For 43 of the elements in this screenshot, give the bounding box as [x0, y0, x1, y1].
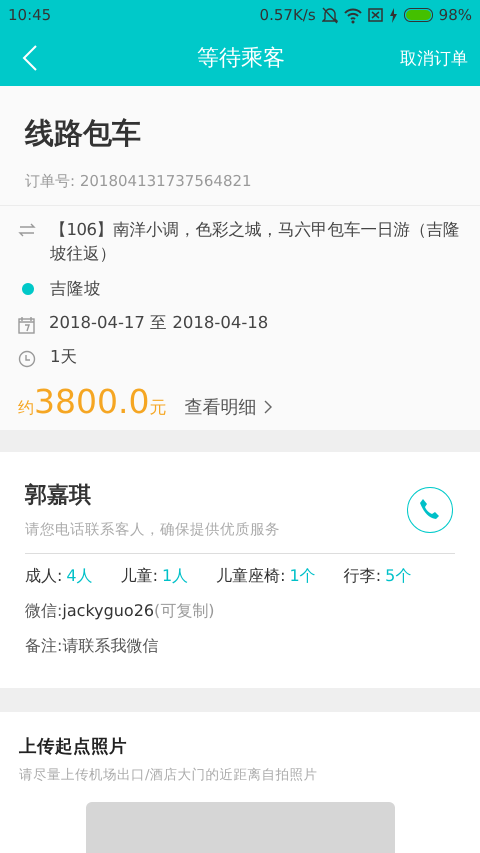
route-name: 【106】南洋小调，色彩之城，马六甲包车一日游（吉隆坡往返）: [50, 219, 460, 265]
upload-title: 上传起点照片: [19, 736, 128, 758]
round-trip-icon: [18, 222, 36, 238]
battery-level: 98%: [438, 6, 472, 24]
copy-hint: (可复制): [154, 601, 215, 620]
battery-icon: [404, 8, 433, 22]
call-button[interactable]: [407, 486, 453, 532]
count-value: 1个: [290, 566, 316, 585]
back-icon: [22, 44, 38, 72]
count-label: 成人:: [25, 566, 62, 585]
calendar-icon: [18, 316, 35, 334]
chevron-right-icon: [264, 400, 272, 414]
remark-label: 备注:: [25, 636, 62, 655]
upload-hint: 请尽量上传机场出口/酒店大门的近距离自拍照片: [19, 766, 319, 784]
count-value: 5个: [385, 566, 412, 585]
order-type-title: 线路包车: [25, 115, 142, 152]
network-speed: 0.57K/s: [260, 6, 316, 24]
bell-muted-icon: [322, 6, 338, 24]
wifi-icon: [344, 6, 362, 24]
view-details-link[interactable]: 查看明细: [184, 395, 272, 419]
phone-icon: [418, 498, 442, 522]
order-number: 订单号: 201804131737564821: [25, 172, 253, 191]
wechat-id: jackyguo26: [62, 601, 154, 620]
price-amount: 3800.0: [34, 382, 150, 421]
count-label: 行李:: [344, 566, 382, 585]
count-label: 儿童:: [120, 566, 158, 585]
city-name: 吉隆坡: [50, 278, 101, 300]
wechat-label: 微信:: [25, 601, 62, 620]
passenger-name: 郭嘉琪: [25, 482, 92, 510]
sim-icon: [368, 8, 383, 22]
price-prefix: 约: [18, 398, 34, 419]
count-label: 儿童座椅:: [216, 566, 286, 585]
remark-text: 请联系我微信: [62, 636, 158, 655]
page-title: 等待乘客: [196, 45, 286, 73]
clock-icon: [18, 350, 36, 368]
charging-icon: [388, 8, 398, 22]
count-value: 1人: [162, 566, 188, 585]
date-range: 2018-04-17 至 2018-04-18: [49, 312, 268, 334]
duration: 1天: [50, 346, 78, 368]
contact-hint: 请您电话联系客人，确保提供优质服务: [25, 520, 281, 539]
count-value: 4人: [66, 566, 93, 585]
status-time: 10:45: [8, 6, 52, 24]
price-unit: 元: [149, 397, 166, 419]
